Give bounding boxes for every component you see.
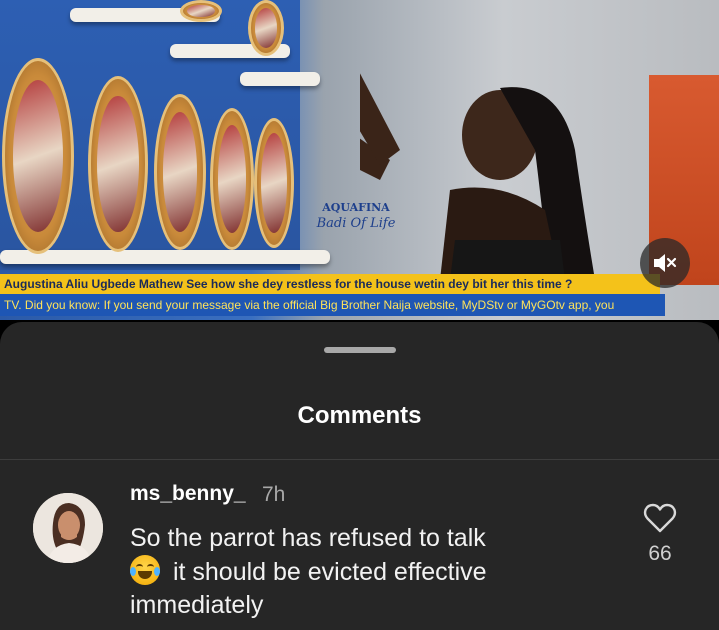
sheet-title: Comments bbox=[297, 402, 422, 429]
speaker-muted-icon bbox=[654, 254, 677, 272]
comment-text: So the parrot has refused to talk it sho… bbox=[130, 522, 600, 622]
news-ticker-info: TV. Did you know: If you send your messa… bbox=[0, 294, 665, 316]
photo-plate bbox=[210, 108, 254, 250]
comment-line: it should be evicted effective bbox=[130, 555, 600, 589]
news-ticker-headline: Augustina Aliu Ugbede Mathew See how she… bbox=[0, 274, 660, 294]
shelf bbox=[240, 72, 320, 86]
comment-line: immediately bbox=[130, 591, 264, 619]
comments-sheet: Comments ms_benny_ 7h So the parrot has … bbox=[0, 322, 719, 630]
mute-button[interactable] bbox=[640, 238, 690, 288]
face-with-tears-of-joy-icon bbox=[130, 555, 160, 585]
photo-plate bbox=[154, 94, 206, 250]
avatar[interactable] bbox=[33, 493, 103, 563]
comment-username[interactable]: ms_benny_ bbox=[130, 482, 246, 506]
like-count: 66 bbox=[648, 542, 672, 565]
shelf bbox=[0, 250, 330, 264]
avatar-image bbox=[33, 493, 103, 563]
heart-outline-icon[interactable] bbox=[643, 502, 677, 534]
housemate-figure bbox=[360, 73, 595, 280]
photo-plate bbox=[2, 58, 74, 254]
comment-time: 7h bbox=[262, 483, 286, 506]
comment-line: So the parrot has refused to talk bbox=[130, 524, 486, 552]
photo-plate bbox=[254, 118, 294, 248]
drag-handle[interactable] bbox=[324, 347, 396, 353]
photo-plate bbox=[88, 76, 148, 252]
video-player[interactable]: AQUAFINA Badi Of Life Augustina Aliu Ugb… bbox=[0, 0, 719, 320]
comment-line-text: it should be evicted effective bbox=[166, 558, 487, 586]
photo-plate bbox=[180, 0, 222, 22]
divider bbox=[0, 459, 719, 460]
photo-plate bbox=[248, 0, 284, 56]
